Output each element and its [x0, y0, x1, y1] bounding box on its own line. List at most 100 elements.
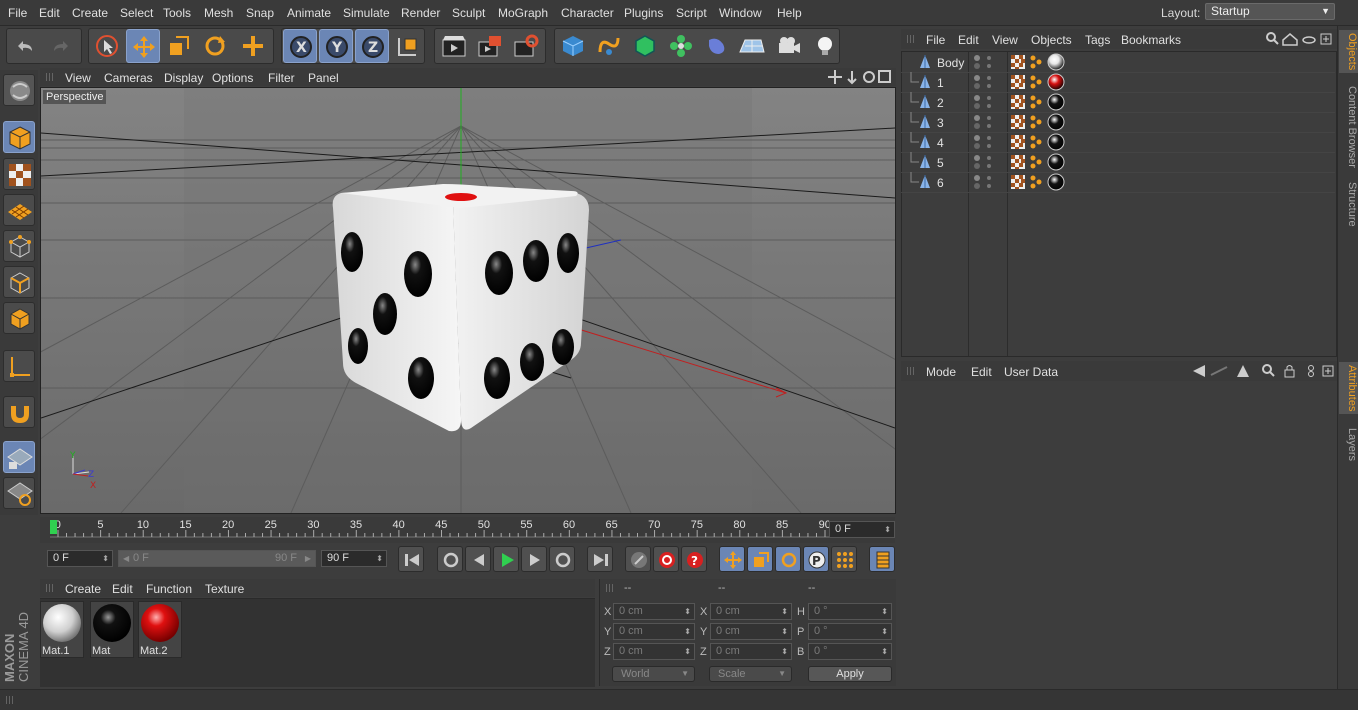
object-row[interactable]: Body — [901, 52, 1335, 73]
key-parameter-icon[interactable]: P — [803, 546, 829, 572]
autokeying-icon[interactable] — [653, 546, 679, 572]
points-mode-icon[interactable] — [3, 230, 35, 262]
go-to-start-icon[interactable] — [398, 546, 424, 572]
menu-snap[interactable]: Snap — [246, 6, 274, 20]
size-y-field[interactable]: 0 cm ⬍ — [710, 623, 792, 640]
menu-file[interactable]: File — [8, 6, 27, 20]
render-settings-icon[interactable] — [508, 29, 542, 63]
world-dropdown[interactable]: World ▼ — [612, 666, 695, 682]
previous-frame-icon[interactable] — [465, 546, 491, 572]
material-menu-function[interactable]: Function — [146, 582, 192, 596]
material-tag-icon[interactable] — [1047, 113, 1065, 131]
texture-mode-icon[interactable] — [3, 158, 35, 190]
menu-simulate[interactable]: Simulate — [343, 6, 390, 20]
menu-animate[interactable]: Animate — [287, 6, 331, 20]
position-z-field[interactable]: 0 cm ⬍ — [613, 643, 695, 660]
apply-button[interactable]: Apply — [808, 666, 892, 682]
uvw-tag-icon[interactable] — [1029, 74, 1043, 90]
attr-menu-mode[interactable]: Mode — [926, 365, 956, 379]
axis-mode-icon[interactable] — [3, 350, 35, 382]
key-rotation-icon[interactable] — [775, 546, 801, 572]
deformer-icon[interactable] — [700, 29, 734, 63]
menu-create[interactable]: Create — [72, 6, 108, 20]
key-scale-icon[interactable] — [747, 546, 773, 572]
key-position-icon[interactable] — [719, 546, 745, 572]
material-menu-create[interactable]: Create — [65, 582, 101, 596]
material-menu-edit[interactable]: Edit — [112, 582, 133, 596]
workplane-mode-icon[interactable] — [3, 194, 35, 226]
menu-character[interactable]: Character — [561, 6, 614, 20]
phong-tag-icon[interactable] — [1011, 75, 1025, 89]
cube-icon[interactable] — [556, 29, 590, 63]
object-menu-view[interactable]: View — [992, 33, 1018, 47]
rotation-b-field[interactable]: 0 ° ⬍ — [808, 643, 892, 660]
material-tag-icon[interactable] — [1047, 133, 1065, 151]
material-swatch[interactable]: Mat.2 — [138, 601, 182, 658]
key-pla-icon[interactable] — [831, 546, 857, 572]
menu-script[interactable]: Script — [676, 6, 707, 20]
phong-tag-icon[interactable] — [1011, 95, 1025, 109]
attribute-manager-tools[interactable] — [1191, 363, 1335, 379]
scale-icon[interactable] — [162, 29, 196, 63]
frame-range-slider[interactable]: ◀ 0 F 90 F ▶ — [118, 550, 316, 567]
tab-objects[interactable]: Objects — [1339, 30, 1358, 74]
menu-plugins[interactable]: Plugins — [624, 6, 663, 20]
menu-mesh[interactable]: Mesh — [204, 6, 233, 20]
menu-window[interactable]: Window — [719, 6, 762, 20]
viewport-menu-options[interactable]: Options — [212, 71, 253, 85]
material-swatch[interactable]: Mat — [90, 601, 134, 658]
material-swatch[interactable]: Mat.1 — [40, 601, 84, 658]
y-axis-icon[interactable]: Y — [319, 29, 353, 63]
viewport-menu-cameras[interactable]: Cameras — [104, 71, 153, 85]
timeline-icon[interactable] — [869, 546, 895, 572]
uvw-tag-icon[interactable] — [1029, 94, 1043, 110]
render-picture-viewer-icon[interactable] — [472, 29, 506, 63]
viewport-menu-filter[interactable]: Filter — [268, 71, 295, 85]
redo-icon[interactable] — [44, 29, 78, 63]
floor-icon[interactable] — [734, 29, 768, 63]
playhead[interactable] — [50, 520, 57, 534]
object-manager-tools[interactable] — [1265, 31, 1335, 47]
material-tag-icon[interactable] — [1047, 153, 1065, 171]
object-menu-objects[interactable]: Objects — [1031, 33, 1072, 47]
material-tag-icon[interactable] — [1047, 53, 1065, 71]
tab-structure[interactable]: Structure — [1339, 182, 1358, 227]
keyframe-selection-icon[interactable]: ? — [681, 546, 707, 572]
timeline-ruler[interactable]: 0 5 10 15 20 25 30 35 40 45 50 55 60 65 70 75 80 85 90 — [40, 517, 895, 543]
menu-render[interactable]: Render — [401, 6, 440, 20]
position-x-field[interactable]: 0 cm ⬍ — [613, 603, 695, 620]
phong-tag-icon[interactable] — [1011, 155, 1025, 169]
object-row[interactable]: 1 — [901, 72, 1335, 93]
record-active-icon[interactable] — [625, 546, 651, 572]
phong-tag-icon[interactable] — [1011, 175, 1025, 189]
object-menu-tags[interactable]: Tags — [1085, 33, 1110, 47]
uvw-tag-icon[interactable] — [1029, 134, 1043, 150]
previous-key-icon[interactable] — [437, 546, 463, 572]
viewport[interactable]: Y Z X Perspective — [40, 87, 896, 514]
material-tag-icon[interactable] — [1047, 93, 1065, 111]
rotation-p-field[interactable]: 0 ° ⬍ — [808, 623, 892, 640]
menu-tools[interactable]: Tools — [163, 6, 191, 20]
object-row[interactable]: 2 — [901, 92, 1335, 113]
menu-help[interactable]: Help — [777, 6, 802, 20]
uvw-tag-icon[interactable] — [1029, 174, 1043, 190]
material-tag-icon[interactable] — [1047, 173, 1065, 191]
size-z-field[interactable]: 0 cm ⬍ — [710, 643, 792, 660]
tab-attributes[interactable]: Attributes — [1339, 362, 1358, 415]
next-key-icon[interactable] — [549, 546, 575, 572]
camera-icon[interactable] — [772, 29, 806, 63]
edges-mode-icon[interactable] — [3, 266, 35, 298]
live-selection-icon[interactable] — [90, 29, 124, 63]
make-editable-icon[interactable] — [3, 74, 35, 106]
rotation-h-field[interactable]: 0 ° ⬍ — [808, 603, 892, 620]
snapping-icon[interactable] — [3, 396, 35, 428]
phong-tag-icon[interactable] — [1011, 55, 1025, 69]
object-row[interactable]: 6 — [901, 172, 1335, 193]
uvw-tag-icon[interactable] — [1029, 54, 1043, 70]
viewport-menu-display[interactable]: Display — [164, 71, 203, 85]
layout-select[interactable]: Startup ▼ — [1205, 3, 1335, 20]
viewport-menu-view[interactable]: View — [65, 71, 91, 85]
model-mode-icon[interactable] — [3, 121, 35, 153]
planar-workplane-icon[interactable] — [3, 477, 35, 509]
menu-edit[interactable]: Edit — [39, 6, 60, 20]
